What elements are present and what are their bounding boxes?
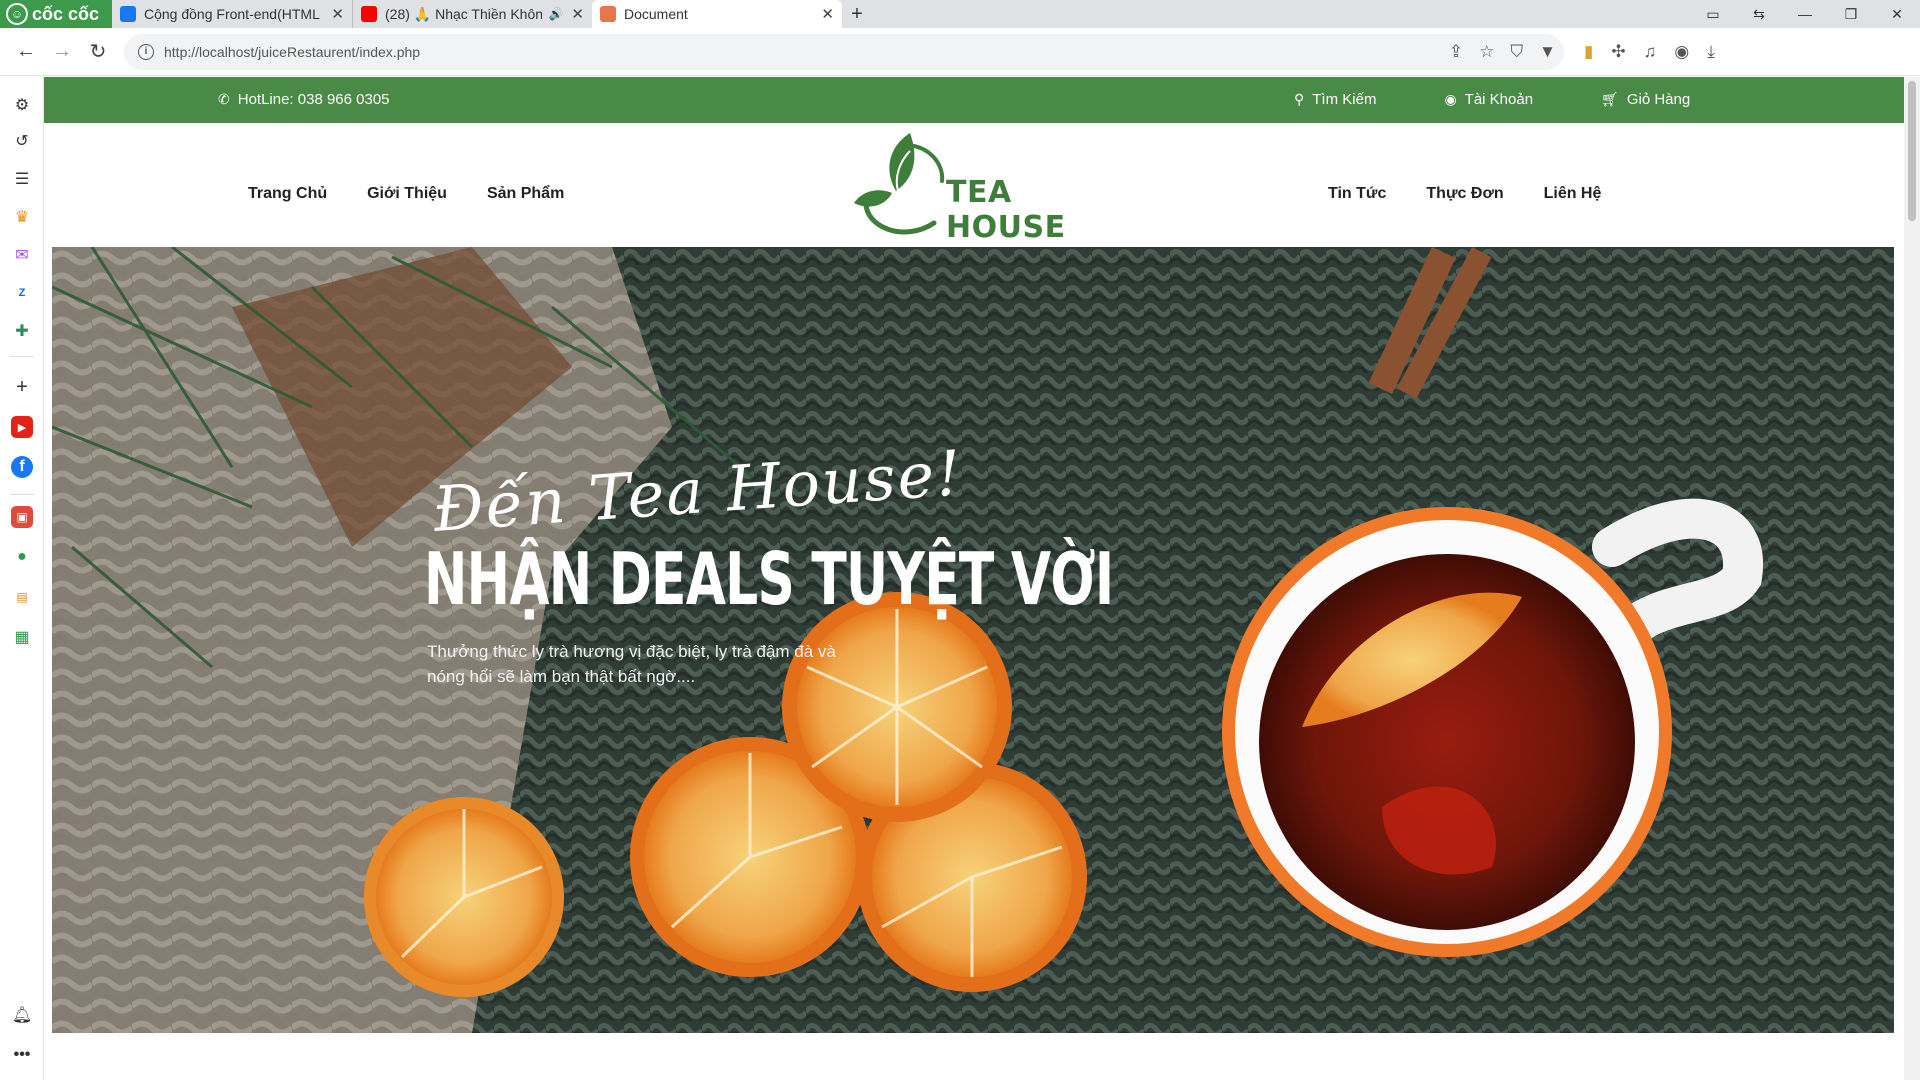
messenger-icon[interactable]: ✉ bbox=[11, 244, 33, 266]
tea-house-logo[interactable]: TEA HOUSE bbox=[844, 131, 1084, 245]
chat-icon[interactable]: ● bbox=[11, 546, 33, 568]
puzzle-icon[interactable]: ✣ bbox=[1611, 42, 1625, 62]
shopping-icon[interactable]: ▣ bbox=[11, 506, 33, 528]
hero-subtitle: Thưởng thức ly trà hương vị đặc biệt, ly… bbox=[427, 642, 836, 686]
gamepad-icon[interactable]: ✚ bbox=[11, 320, 33, 342]
download-icon[interactable]: ⤓ bbox=[1707, 42, 1715, 62]
hero-image bbox=[52, 247, 1894, 1033]
hero-banner: Đến Tea House! NHẬN DEALS TUYỆT VỜI Thưở… bbox=[52, 247, 1894, 1033]
more-icon[interactable]: ••• bbox=[11, 1044, 33, 1066]
main-navigation: Trang Chủ Giới Thiệu Sản Phẩm TEA HOUSE … bbox=[44, 123, 1904, 247]
facebook-icon bbox=[120, 6, 136, 22]
close-icon[interactable]: ✕ bbox=[813, 5, 834, 23]
user-icon: ◉ bbox=[1444, 91, 1457, 107]
back-forward-icon[interactable]: ⇆ bbox=[1736, 6, 1782, 23]
browser-brand[interactable]: ☺ cốc cốc bbox=[0, 0, 112, 28]
tab-title: Cộng đồng Front-end(HTML bbox=[144, 6, 320, 22]
search-label: Tìm Kiếm bbox=[1312, 91, 1377, 108]
cart-link[interactable]: 🛒︎ Giỏ Hàng bbox=[1601, 91, 1690, 108]
web-page: ✆ HotLine: 038 966 0305 ⚲ Tìm Kiếm ◉ Tài… bbox=[44, 77, 1904, 1080]
minimize-button[interactable]: — bbox=[1782, 6, 1828, 22]
hero-title: NHẬN DEALS TUYỆT VỜI bbox=[424, 537, 1114, 621]
nav-contact[interactable]: Liên Hệ bbox=[1544, 185, 1602, 203]
search-icon: ⚲ bbox=[1294, 91, 1305, 107]
restore-button[interactable]: ❐ bbox=[1828, 6, 1874, 23]
bell-icon[interactable]: 🔔︎ bbox=[11, 1004, 33, 1026]
hotline[interactable]: ✆ HotLine: 038 966 0305 bbox=[218, 91, 390, 108]
youtube-icon[interactable]: ▶ bbox=[11, 416, 33, 438]
close-icon[interactable]: ✕ bbox=[323, 5, 344, 23]
history-icon[interactable]: ↺ bbox=[11, 130, 33, 152]
settings-icon[interactable]: ⚙ bbox=[11, 94, 33, 116]
info-icon[interactable]: i bbox=[138, 43, 154, 60]
speaker-icon[interactable]: 🔊 bbox=[548, 7, 563, 21]
close-icon[interactable]: ✕ bbox=[563, 5, 584, 23]
tab-title: Document bbox=[624, 6, 688, 22]
search-link[interactable]: ⚲ Tìm Kiếm bbox=[1294, 91, 1376, 108]
nav-about[interactable]: Giới Thiệu bbox=[367, 185, 447, 203]
forward-button[interactable]: → bbox=[44, 40, 80, 63]
account-link[interactable]: ◉ Tài Khoản bbox=[1444, 91, 1533, 108]
sidebar-divider bbox=[10, 494, 34, 495]
media-icon[interactable]: ♫ bbox=[1644, 42, 1657, 62]
hotline-text: HotLine: 038 966 0305 bbox=[237, 91, 390, 108]
cart-label: Giỏ Hàng bbox=[1626, 91, 1691, 108]
nav-news[interactable]: Tin Tức bbox=[1328, 185, 1386, 203]
reading-list-icon[interactable]: ☰ bbox=[11, 168, 33, 190]
url-bar[interactable]: i http://localhost/juiceRestaurent/index… bbox=[124, 33, 1564, 70]
close-window-button[interactable]: ✕ bbox=[1874, 6, 1920, 23]
phone-icon: ✆ bbox=[218, 91, 230, 107]
youtube-icon bbox=[361, 6, 377, 22]
url-text[interactable]: http://localhost/juiceRestaurent/index.p… bbox=[164, 44, 420, 60]
nav-products[interactable]: Sản Phẩm bbox=[487, 185, 564, 203]
page-scrollbar[interactable] bbox=[1904, 77, 1920, 1080]
star-icon[interactable]: ☆ bbox=[1479, 42, 1494, 62]
sidebar-divider bbox=[10, 356, 34, 357]
browser-tabbar: ☺ cốc cốc Cộng đồng Front-end(HTML ✕ (28… bbox=[0, 0, 1920, 28]
tab-facebook[interactable]: Cộng đồng Front-end(HTML ✕ bbox=[112, 0, 352, 28]
back-button[interactable]: ← bbox=[8, 40, 44, 63]
tab-title: (28) 🙏 Nhạc Thiền Khôn bbox=[385, 5, 543, 22]
profile-icon[interactable]: ◉ bbox=[1674, 42, 1689, 62]
download-page-icon[interactable]: ▼ bbox=[1539, 42, 1556, 62]
zalo-icon[interactable]: Z bbox=[11, 282, 33, 304]
brand-label: cốc cốc bbox=[32, 3, 100, 24]
nav-home[interactable]: Trang Chủ bbox=[248, 185, 327, 203]
add-icon[interactable]: + bbox=[11, 376, 33, 398]
screenshot-icon[interactable]: ▭ bbox=[1690, 6, 1736, 23]
logo-text: TEA HOUSE bbox=[946, 175, 1066, 245]
coccoc-logo-icon: ☺ bbox=[6, 3, 28, 25]
shield-icon[interactable]: ⛉ bbox=[1510, 42, 1523, 62]
extension-tag-icon[interactable]: ▮ bbox=[1584, 42, 1593, 62]
facebook-icon[interactable]: f bbox=[11, 456, 33, 478]
xampp-icon bbox=[600, 6, 616, 22]
cart-icon: 🛒︎ bbox=[1601, 91, 1619, 107]
top-info-bar: ✆ HotLine: 038 966 0305 ⚲ Tìm Kiếm ◉ Tài… bbox=[44, 77, 1904, 123]
new-tab-button[interactable]: + bbox=[842, 3, 872, 26]
book-icon[interactable]: ▤ bbox=[11, 586, 33, 608]
browser-sidebar: ⚙ ↺ ☰ ♛ ✉ Z ✚ + ▶ f ▣ ● ▤ ▦ 🔔︎ ••• bbox=[0, 76, 44, 1080]
tab-youtube[interactable]: (28) 🙏 Nhạc Thiền Khôn 🔊 ✕ bbox=[352, 0, 592, 28]
share-icon[interactable]: ⇪ bbox=[1449, 42, 1463, 62]
sheet-icon[interactable]: ▦ bbox=[11, 626, 33, 648]
window-controls: ▭ ⇆ — ❐ ✕ bbox=[1690, 0, 1920, 28]
tab-document[interactable]: Document ✕ bbox=[592, 0, 842, 28]
scrollbar-thumb[interactable] bbox=[1908, 81, 1916, 221]
nav-menu[interactable]: Thực Đơn bbox=[1426, 185, 1503, 203]
account-label: Tài Khoản bbox=[1464, 91, 1534, 108]
address-toolbar: ← → ↻ i http://localhost/juiceRestaurent… bbox=[0, 28, 1920, 76]
crown-icon[interactable]: ♛ bbox=[11, 206, 33, 228]
reload-button[interactable]: ↻ bbox=[80, 39, 116, 64]
